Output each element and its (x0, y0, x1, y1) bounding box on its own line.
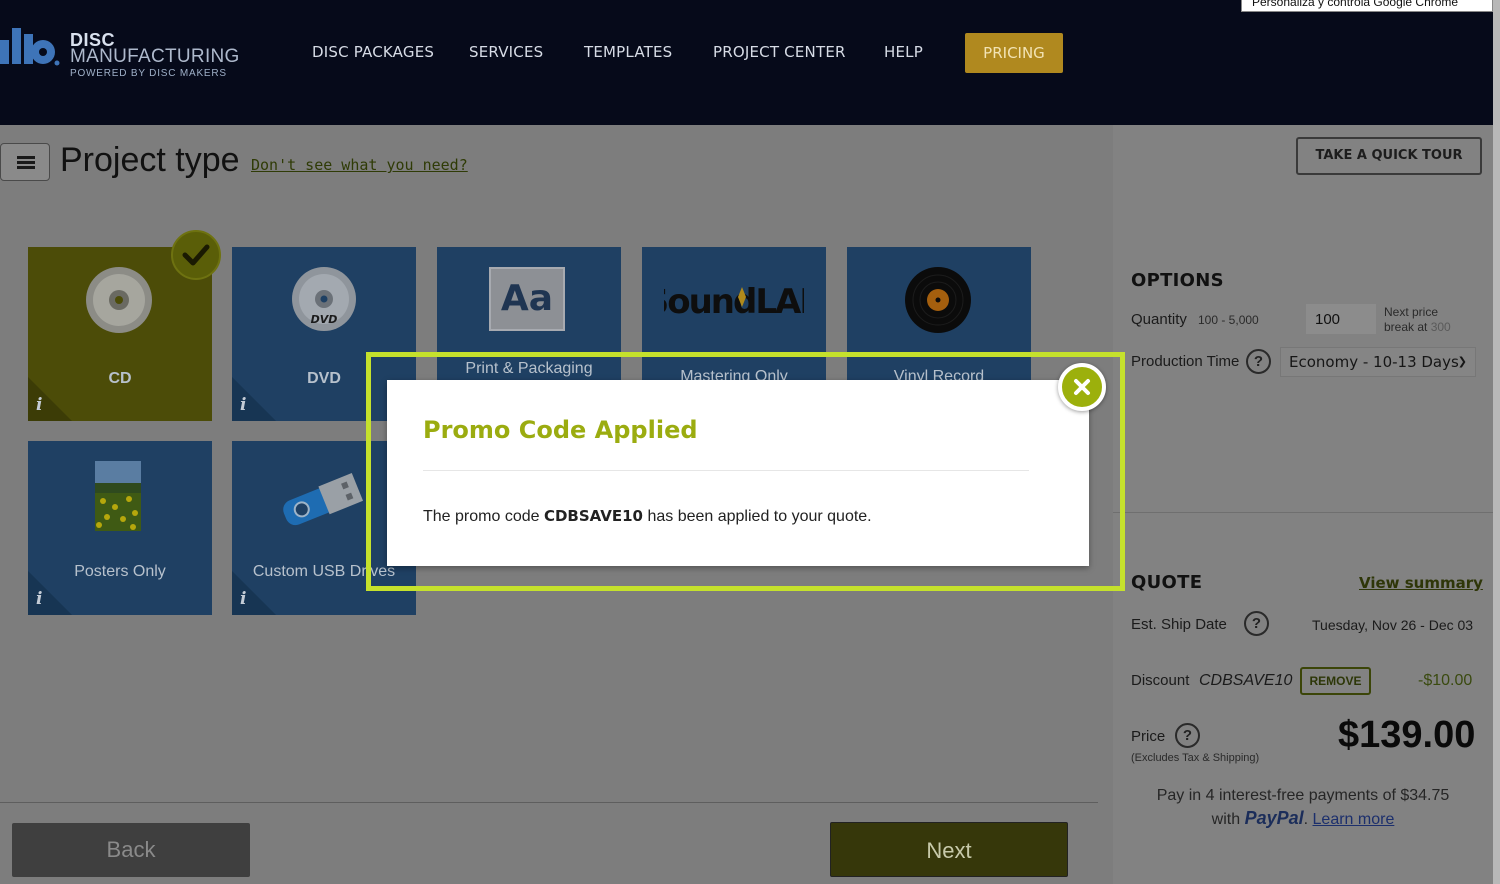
info-icon[interactable]: i (36, 395, 42, 415)
page-title: Project type (60, 141, 240, 179)
ship-date-help-icon[interactable]: ? (1244, 611, 1269, 636)
quantity-input[interactable] (1306, 304, 1376, 334)
vinyl-record-icon (905, 267, 971, 333)
price-note: (Excludes Tax & Shipping) (1131, 752, 1260, 764)
production-time-select[interactable]: Economy - 10-13 Days ❯ (1280, 347, 1476, 377)
options-heading: OPTIONS (1131, 270, 1224, 291)
remove-discount-button[interactable]: REMOVE (1300, 667, 1371, 695)
ship-date-value: Tuesday, Nov 26 - Dec 03 (1312, 617, 1474, 633)
nav-help[interactable]: HELP (884, 36, 923, 68)
nav-project-center[interactable]: PROJECT CENTER (713, 36, 846, 68)
svg-text:DVD: DVD (311, 313, 338, 326)
quote-heading: QUOTE (1131, 572, 1203, 593)
next-price-break-value: 300 (1430, 320, 1451, 334)
site-logo[interactable]: DISC MANUFACTURING POWERED BY DISC MAKER… (0, 24, 240, 84)
price-label: Price (1131, 728, 1166, 745)
poster-image-icon (95, 461, 141, 531)
disc-logo-icon (0, 28, 60, 66)
modal-promo-code: CDBSAVE10 (543, 507, 643, 525)
close-icon[interactable] (1058, 363, 1106, 411)
dont-see-link[interactable]: Don't see what you need? (251, 156, 468, 174)
discount-label: Discount (1131, 672, 1190, 689)
logo-tagline: POWERED BY DISC MAKERS (70, 68, 227, 79)
ship-date-label: Est. Ship Date (1131, 616, 1227, 633)
discount-value: -$10.00 (1418, 672, 1473, 689)
browser-tooltip: Personaliza y controla Google Chrome (1241, 0, 1493, 12)
paypal-line-2: with PayPal. Learn more (1211, 808, 1395, 828)
production-time-label: Production Time (1131, 353, 1240, 370)
menu-toggle-button[interactable] (0, 143, 50, 181)
next-price-break-at: break at 300 (1384, 320, 1451, 334)
info-icon[interactable]: i (240, 395, 246, 415)
paypal-logo: PayPal (1244, 808, 1304, 828)
usb-drive-icon (283, 472, 364, 526)
selected-check-icon (171, 230, 221, 280)
chevron-down-icon: ❯ (1457, 355, 1467, 368)
production-time-value: Economy - 10-13 Days (1289, 353, 1459, 371)
project-tile-posters[interactable]: Posters Only i (28, 441, 212, 615)
soundlab-logo: SoundLAB (664, 282, 804, 322)
footer-divider (0, 802, 1098, 803)
quantity-range: 100 - 5,000 (1198, 313, 1259, 327)
info-icon[interactable]: i (36, 589, 42, 609)
nav-pricing-button[interactable]: PRICING (965, 33, 1063, 73)
modal-message: The promo code CDBSAVE10 has been applie… (423, 507, 872, 525)
svg-text:SoundLAB: SoundLAB (664, 282, 804, 322)
promo-code-modal: Promo Code Applied The promo code CDBSAV… (387, 380, 1089, 566)
price-value: $139.00 (1338, 714, 1476, 756)
aa-typography-icon: Aa (489, 267, 565, 331)
quick-tour-button[interactable]: TAKE A QUICK TOUR (1296, 137, 1482, 175)
nav-disc-packages[interactable]: DISC PACKAGES (312, 36, 434, 68)
view-summary-link[interactable]: View summary (1359, 574, 1483, 592)
dvd-disc-icon: DVD (292, 267, 356, 331)
modal-divider (423, 470, 1029, 471)
quantity-label: Quantity (1131, 311, 1187, 328)
info-icon[interactable]: i (240, 589, 246, 609)
quote-sidebar (1113, 125, 1493, 884)
next-price-label: Next price (1384, 305, 1439, 319)
learn-more-link[interactable]: Learn more (1313, 811, 1395, 828)
scrollbar[interactable] (1493, 0, 1500, 884)
price-help-icon[interactable]: ? (1175, 723, 1200, 748)
next-button[interactable]: Next (830, 822, 1068, 877)
back-button[interactable]: Back (12, 823, 250, 877)
logo-text-manufacturing: MANUFACTURING (70, 46, 240, 67)
production-help-icon[interactable]: ? (1246, 349, 1271, 374)
modal-title: Promo Code Applied (423, 416, 698, 444)
nav-templates[interactable]: TEMPLATES (584, 36, 672, 68)
paypal-installments-text: Pay in 4 interest-free payments of $34.7… (1156, 787, 1450, 804)
cd-disc-icon (86, 267, 152, 333)
sidebar-divider (1113, 512, 1493, 513)
discount-code: CDBSAVE10 (1199, 672, 1293, 689)
nav-services[interactable]: SERVICES (469, 36, 543, 68)
